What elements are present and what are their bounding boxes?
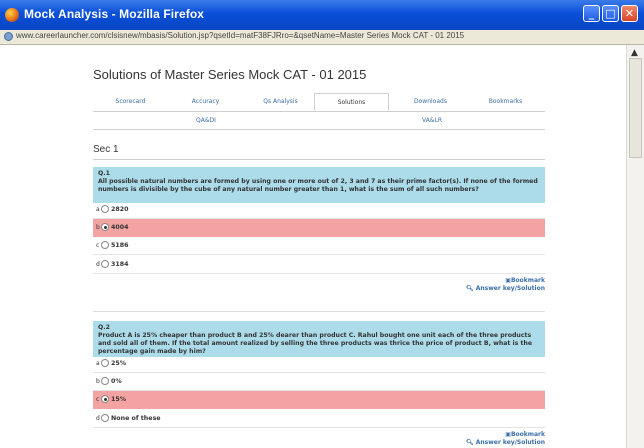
option-row[interactable]: d 3184 bbox=[93, 256, 545, 274]
bookmark-link[interactable]: ▣Bookmark bbox=[93, 277, 545, 285]
section-divider bbox=[93, 159, 545, 160]
radio-button[interactable] bbox=[101, 205, 109, 213]
tab-valr[interactable]: VA&LR bbox=[319, 113, 545, 129]
option-row-selected[interactable]: b 4004 bbox=[93, 219, 545, 237]
bookmark-link[interactable]: ▣Bookmark bbox=[93, 431, 545, 439]
question-box: Q.1 All possible natural numbers are for… bbox=[93, 167, 545, 203]
question-box: Q.2 Product A is 25% cheaper than produc… bbox=[93, 321, 545, 357]
option-row[interactable]: d None of these bbox=[93, 410, 545, 428]
answer-key-link[interactable]: 🔍︎ Answer key/Solution bbox=[93, 439, 545, 447]
option-row-selected[interactable]: c 15% bbox=[93, 391, 545, 409]
main-tabs: Scorecard Accuracy Qs Analysis Solutions… bbox=[93, 93, 545, 112]
tab-downloads[interactable]: Downloads bbox=[393, 93, 468, 111]
radio-button-checked[interactable] bbox=[101, 395, 109, 403]
tab-bookmarks[interactable]: Bookmarks bbox=[468, 93, 543, 111]
question-text: Product A is 25% cheaper than product B … bbox=[98, 332, 533, 355]
vertical-scrollbar[interactable]: ▲ bbox=[626, 45, 644, 448]
address-bar[interactable]: www.careerlauncher.com/clsisnew/mbasis/S… bbox=[0, 30, 644, 45]
question-number: Q.2 bbox=[98, 324, 110, 331]
question-number: Q.1 bbox=[98, 170, 110, 177]
page-content: Solutions of Master Series Mock CAT - 01… bbox=[0, 45, 626, 448]
maximize-button[interactable]: □ bbox=[602, 5, 619, 22]
option-letter: d bbox=[96, 415, 100, 422]
minimize-button[interactable]: _ bbox=[583, 5, 600, 22]
option-row[interactable]: a 2820 bbox=[93, 201, 545, 219]
tab-qs-analysis[interactable]: Qs Analysis bbox=[243, 93, 318, 111]
scroll-up-icon[interactable]: ▲ bbox=[631, 48, 638, 58]
option-letter: c bbox=[96, 396, 100, 403]
option-row[interactable]: c 5186 bbox=[93, 237, 545, 255]
option-text: 3184 bbox=[111, 261, 129, 268]
page-title: Solutions of Master Series Mock CAT - 01… bbox=[93, 67, 367, 82]
magnifier-icon: 🔍︎ bbox=[466, 439, 476, 446]
option-row[interactable]: a 25% bbox=[93, 355, 545, 373]
question-links: ▣Bookmark 🔍︎ Answer key/Solution bbox=[93, 277, 545, 293]
section-title: Sec 1 bbox=[93, 144, 119, 155]
question-separator bbox=[93, 311, 545, 312]
option-row[interactable]: b 0% bbox=[93, 373, 545, 391]
tab-scorecard[interactable]: Scorecard bbox=[93, 93, 168, 111]
radio-button[interactable] bbox=[101, 359, 109, 367]
option-text: 4004 bbox=[111, 224, 129, 231]
firefox-icon bbox=[5, 8, 19, 22]
option-text: None of these bbox=[111, 415, 161, 422]
tab-qadi[interactable]: QA&DI bbox=[93, 113, 319, 129]
option-text: 15% bbox=[111, 396, 127, 403]
radio-button[interactable] bbox=[101, 377, 109, 385]
site-icon bbox=[4, 32, 13, 41]
answer-key-link[interactable]: 🔍︎ Answer key/Solution bbox=[93, 285, 545, 293]
window-title: Mock Analysis - Mozilla Firefox bbox=[24, 7, 205, 21]
option-letter: b bbox=[96, 224, 100, 231]
section-tabs: QA&DI VA&LR bbox=[93, 113, 545, 130]
radio-button[interactable] bbox=[101, 260, 109, 268]
option-text: 25% bbox=[111, 360, 127, 367]
question-links: ▣Bookmark 🔍︎ Answer key/Solution bbox=[93, 431, 545, 447]
window-titlebar: Mock Analysis - Mozilla Firefox _ □ ✕ bbox=[0, 0, 644, 31]
url-text[interactable]: www.careerlauncher.com/clsisnew/mbasis/S… bbox=[16, 31, 464, 40]
radio-button-checked[interactable] bbox=[101, 223, 109, 231]
magnifier-icon: 🔍︎ bbox=[466, 285, 476, 292]
tab-accuracy[interactable]: Accuracy bbox=[168, 93, 243, 111]
option-text: 0% bbox=[111, 378, 122, 385]
tab-solutions[interactable]: Solutions bbox=[314, 93, 389, 111]
radio-button[interactable] bbox=[101, 414, 109, 422]
option-letter: d bbox=[96, 261, 100, 268]
option-letter: a bbox=[96, 360, 100, 367]
option-letter: b bbox=[96, 378, 100, 385]
radio-button[interactable] bbox=[101, 241, 109, 249]
scrollbar-thumb[interactable] bbox=[629, 58, 642, 158]
close-button[interactable]: ✕ bbox=[621, 5, 638, 22]
option-letter: a bbox=[96, 206, 100, 213]
option-letter: c bbox=[96, 242, 100, 249]
question-text: All possible natural numbers are formed … bbox=[98, 178, 538, 193]
option-text: 5186 bbox=[111, 242, 129, 249]
option-text: 2820 bbox=[111, 206, 129, 213]
